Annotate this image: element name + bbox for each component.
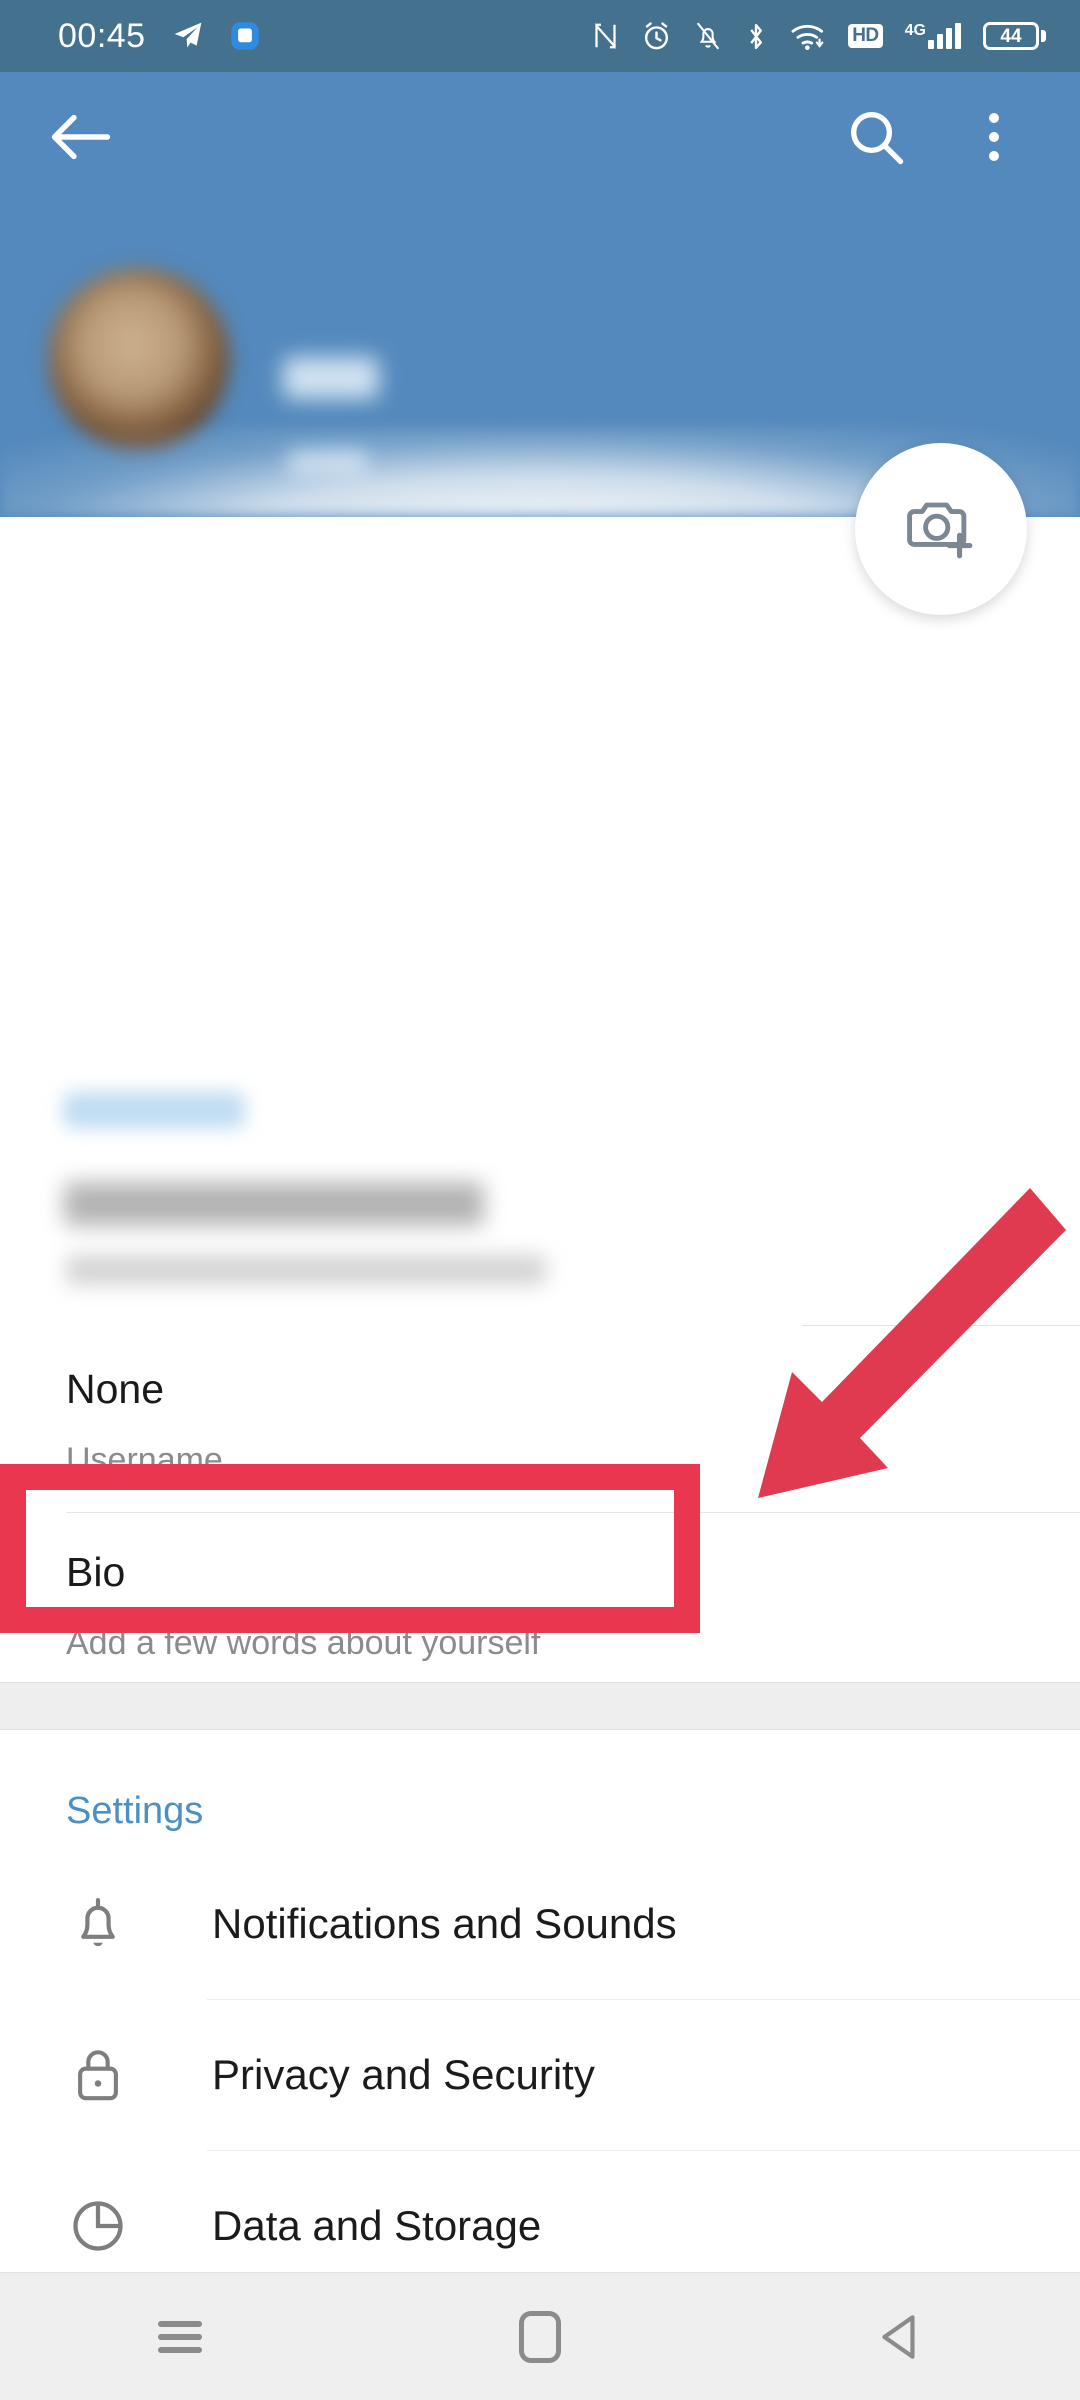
status-bar: 00:45 HD 4G 44 (0, 0, 1080, 72)
home-square-icon (519, 2310, 561, 2363)
more-vertical-icon (989, 113, 999, 123)
battery-percent-label: 44 (1000, 25, 1022, 47)
triangle-back-icon (882, 2314, 915, 2359)
bluetooth-icon (744, 21, 768, 52)
back-button[interactable] (46, 102, 116, 172)
avatar[interactable] (48, 268, 230, 450)
username-separator (66, 1512, 1080, 1513)
phone-number-value-redacted[interactable] (64, 1182, 484, 1226)
settings-item-label: Privacy and Security (212, 2051, 595, 2098)
wifi-icon (790, 21, 826, 51)
section-divider (0, 1682, 1080, 1730)
recents-button[interactable] (105, 2287, 255, 2387)
hd-icon: HD (848, 24, 883, 48)
settings-item-label: Data and Storage (212, 2202, 542, 2249)
battery-icon: 44 (983, 22, 1046, 50)
telegram-send-icon (172, 20, 204, 52)
bio-label: Bio (66, 1549, 126, 1595)
overflow-menu-button[interactable] (962, 99, 1026, 175)
arrow-left-icon (51, 114, 111, 160)
settings-section-title: Settings (66, 1790, 204, 1832)
bio-row[interactable]: Bio Add a few words about yourself (0, 1530, 1080, 1680)
settings-item-label: Notifications and Sounds (212, 1900, 677, 1947)
home-button[interactable] (465, 2287, 615, 2387)
lock-icon (60, 2037, 136, 2113)
account-divider (802, 1325, 1080, 1326)
status-bar-left: 00:45 (58, 19, 260, 53)
menu-lines-icon (158, 2314, 202, 2360)
status-bar-right: HD 4G 44 (592, 21, 1046, 52)
network-4g-label: 4G (904, 22, 926, 39)
phone-number-hint-redacted (66, 1255, 546, 1285)
set-profile-photo-button[interactable] (855, 443, 1027, 615)
bell-muted-icon (694, 21, 722, 51)
pie-chart-icon (60, 2188, 136, 2264)
nfc-icon (592, 21, 619, 51)
toolbar (0, 72, 1080, 202)
telegram-settings-screen: 00:45 HD 4G 44 None Username Bio Add a f… (0, 0, 1080, 2400)
camera-add-icon (907, 502, 973, 559)
bio-placeholder: Add a few words about yourself (66, 1624, 541, 1662)
network-4g-icon: 4G (905, 23, 961, 49)
username-label: Username (66, 1441, 223, 1479)
profile-name-redacted (283, 357, 379, 399)
signal-bars-icon (928, 23, 961, 49)
search-icon (851, 112, 904, 165)
search-button[interactable] (840, 101, 912, 173)
app-notification-icon (230, 21, 260, 51)
username-value: None (66, 1366, 165, 1412)
username-row[interactable]: None Username (0, 1347, 1080, 1512)
bell-icon (60, 1886, 136, 1962)
settings-item-privacy-and-security[interactable]: Privacy and Security (0, 2000, 1080, 2150)
alarm-icon (641, 21, 672, 52)
status-bar-clock: 00:45 (58, 17, 146, 55)
account-section-header-redacted (63, 1092, 245, 1128)
android-navigation-bar (0, 2272, 1080, 2400)
back-nav-button[interactable] (825, 2287, 975, 2387)
settings-item-notifications[interactable]: Notifications and Sounds (0, 1849, 1080, 1999)
